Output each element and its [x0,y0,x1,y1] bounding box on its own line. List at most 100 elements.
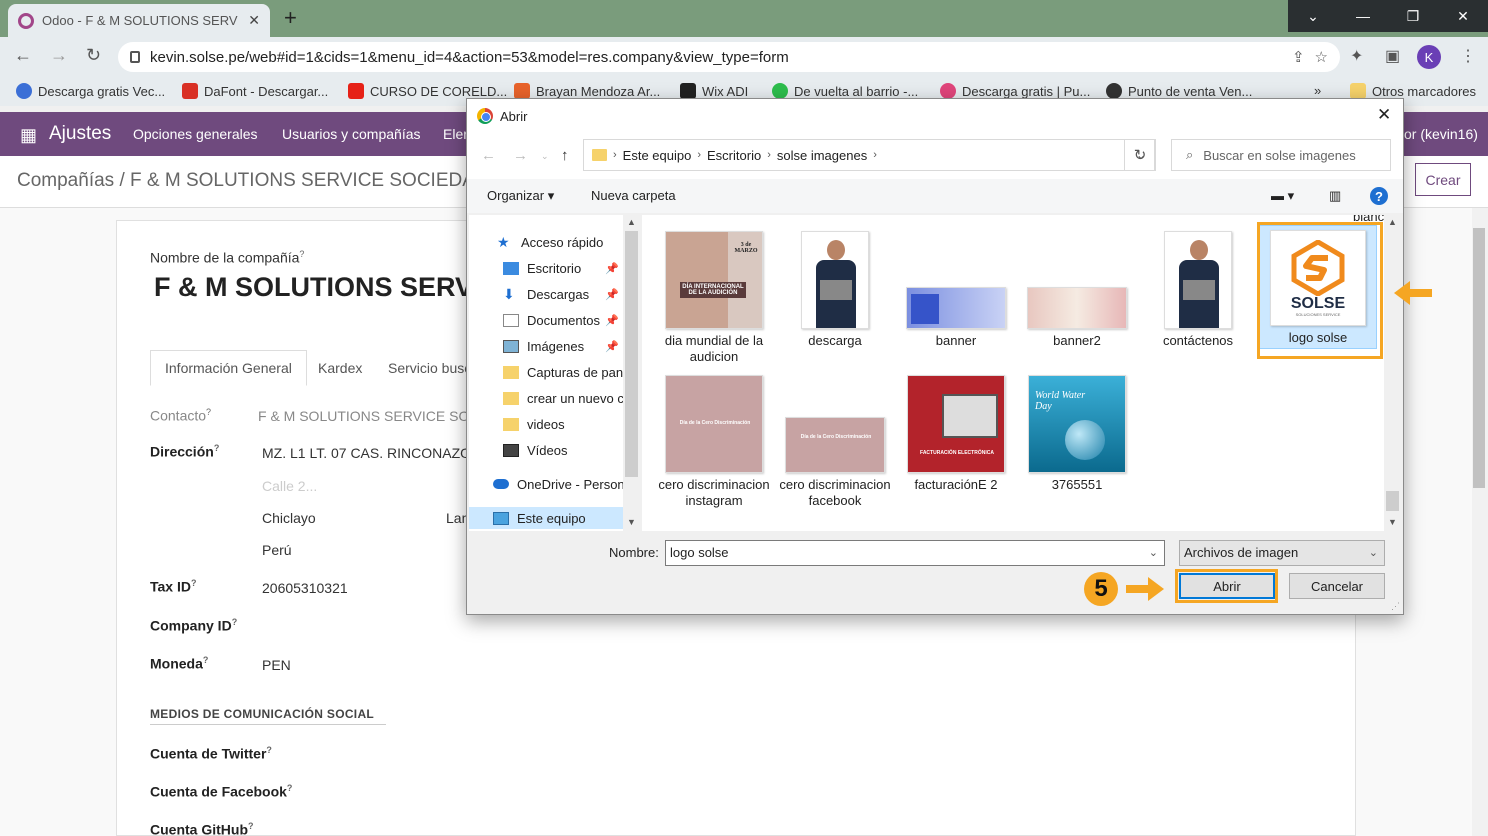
cancel-button[interactable]: Cancelar [1289,573,1385,599]
file-scrollbar-thumb[interactable] [1386,491,1399,511]
profile-avatar[interactable]: K [1417,45,1441,69]
file-item-banner[interactable]: banner [896,231,1016,349]
help-tooltip-icon[interactable]: ? [203,655,209,665]
new-folder-button[interactable]: Nueva carpeta [591,188,676,203]
file-item-cero-instagram[interactable]: Día de la Cero Discriminación cero discr… [654,375,774,509]
restore-button[interactable]: ❐ [1388,0,1438,32]
preview-pane-icon[interactable]: ▥ [1329,188,1341,204]
tree-item-documentos[interactable]: Documentos 📌 [469,309,623,331]
tree-item-videos-folder[interactable]: videos [469,413,623,435]
app-title[interactable]: Ajustes [49,123,111,145]
file-item-dia-mundial[interactable]: 3 de MARZO DÍA INTERNACIONAL DE LA AUDIC… [654,231,774,365]
bookmark-item[interactable]: Wix ADI [680,83,748,99]
tree-item-capturas[interactable]: Capturas de pant [469,361,623,383]
resize-grip-icon[interactable]: ⋰ [1391,601,1400,612]
reload-button[interactable]: ↻ [86,45,101,66]
path-escritorio[interactable]: Escritorio [707,148,761,163]
help-tooltip-icon[interactable]: ? [191,578,197,588]
forward-arrow-icon[interactable]: → [513,147,528,164]
tab-kardex[interactable]: Kardex [304,350,376,386]
menu-opciones-generales[interactable]: Opciones generales [133,126,258,142]
tree-item-imagenes[interactable]: Imágenes 📌 [469,335,623,357]
file-scrollbar[interactable]: ▲ ▼ [1384,215,1401,531]
street-field[interactable]: MZ. L1 LT. 07 CAS. RINCONAZO [262,445,471,461]
path-breadcrumb[interactable]: › Este equipo › Escritorio › solse image… [583,139,1155,171]
lock-icon[interactable] [130,51,140,63]
chevron-right-icon[interactable]: › [767,149,771,161]
extensions-icon[interactable]: ✦ [1350,46,1363,66]
help-tooltip-icon[interactable]: ? [266,745,272,755]
chevron-right-icon[interactable]: › [873,149,877,161]
tree-scrollbar-thumb[interactable] [625,231,638,477]
street2-field[interactable]: Calle 2... [262,478,317,494]
scroll-up-arrow-icon[interactable]: ▲ [627,217,636,227]
forward-button[interactable]: → [50,45,68,66]
menu-truncated[interactable]: Eler [443,126,468,142]
file-item-contactenos[interactable]: contáctenos [1138,231,1258,349]
tab-close-icon[interactable]: ✕ [248,12,260,29]
tree-item-escritorio[interactable]: Escritorio 📌 [469,257,623,279]
pin-icon[interactable]: 📌 [605,262,619,275]
help-tooltip-icon[interactable]: ? [214,443,220,453]
bookmark-item[interactable]: Punto de venta Ven... [1106,83,1252,99]
city-field[interactable]: Chiclayo [262,510,316,526]
help-icon[interactable]: ? [1370,187,1388,205]
file-item-banner2[interactable]: banner2 [1017,231,1137,349]
file-name-value[interactable]: logo solse [670,545,729,560]
pin-icon[interactable]: 📌 [605,314,619,327]
currency-field[interactable]: PEN [262,657,291,673]
help-tooltip-icon[interactable]: ? [299,249,304,259]
chevron-right-icon[interactable]: › [613,149,617,161]
help-tooltip-icon[interactable]: ? [248,821,254,831]
refresh-icon[interactable]: ↻ [1124,139,1156,171]
help-tooltip-icon[interactable]: ? [287,783,293,793]
tree-item-videos[interactable]: Vídeos [469,439,623,461]
organize-menu[interactable]: Organizar ▾ [487,188,554,204]
back-button[interactable]: ← [14,45,32,66]
browser-tab[interactable]: Odoo - F & M SOLUTIONS SERV ✕ [8,4,270,37]
help-tooltip-icon[interactable]: ? [206,407,211,417]
create-button[interactable]: Crear [1415,163,1471,196]
company-name-field[interactable]: F & M SOLUTIONS SERV [154,272,466,303]
menu-kebab-icon[interactable]: ⋮ [1460,46,1476,66]
minimize-button[interactable]: — [1338,0,1388,32]
chevron-down-icon[interactable]: ⌄ [1149,546,1158,559]
contact-field[interactable]: F & M SOLUTIONS SERVICE SOCI [258,408,483,424]
apps-grid-icon[interactable]: ▦ [20,125,37,146]
scroll-down-arrow-icon[interactable]: ▼ [627,517,636,527]
url-text[interactable]: kevin.solse.pe/web#id=1&cids=1&menu_id=4… [150,49,1282,66]
bookmark-item[interactable]: Brayan Mendoza Ar... [514,83,660,99]
tab-informacion-general[interactable]: Información General [150,350,307,386]
bookmark-item[interactable]: Descarga gratis | Pu... [940,83,1090,99]
bookmark-star-icon[interactable]: ☆ [1315,48,1328,66]
tree-item-crear[interactable]: crear un nuevo c [469,387,623,409]
file-item-3765551[interactable]: World Water Day 3765551 [1017,375,1137,493]
close-window-button[interactable]: ✕ [1438,0,1488,32]
file-item-cero-facebook[interactable]: Día de la Cero Discriminación cero discr… [775,375,895,509]
help-tooltip-icon[interactable]: ? [232,617,238,627]
up-arrow-icon[interactable]: ↑ [561,147,569,164]
bookmark-item[interactable]: Descarga gratis Vec... [16,83,165,99]
bookmark-item[interactable]: De vuelta al barrio -... [772,83,918,99]
page-scrollbar[interactable] [1472,208,1488,836]
pin-icon[interactable]: 📌 [605,340,619,353]
recent-dropdown-icon[interactable]: ⌄ [541,151,549,162]
page-scrollbar-thumb[interactable] [1473,228,1485,488]
folder-search-input[interactable]: ⌕ Buscar en solse imagenes [1171,139,1391,171]
country-field[interactable]: Perú [262,542,292,558]
file-type-value[interactable]: Archivos de imagen [1184,545,1298,560]
scroll-up-arrow-icon[interactable]: ▲ [1388,217,1397,227]
back-arrow-icon[interactable]: ← [481,147,496,164]
bookmark-item[interactable]: CURSO DE CORELD... [348,83,507,99]
bookmark-item[interactable]: DaFont - Descargar... [182,83,328,99]
breadcrumb[interactable]: Compañías / F & M SOLUTIONS SERVICE SOCI… [17,170,489,192]
file-type-select[interactable]: Archivos de imagen ⌄ [1179,540,1385,566]
side-panel-icon[interactable]: ▣ [1385,46,1400,66]
path-este-equipo[interactable]: Este equipo [623,148,692,163]
dialog-close-icon[interactable]: ✕ [1377,105,1391,125]
file-item-descarga[interactable]: descarga [775,231,895,349]
omnibox[interactable]: kevin.solse.pe/web#id=1&cids=1&menu_id=4… [118,42,1340,72]
new-tab-button[interactable]: + [284,5,297,31]
view-options-icon[interactable]: ▬ ▾ [1271,188,1294,204]
tree-item-acceso-rapido[interactable]: ★ Acceso rápido [469,231,623,253]
